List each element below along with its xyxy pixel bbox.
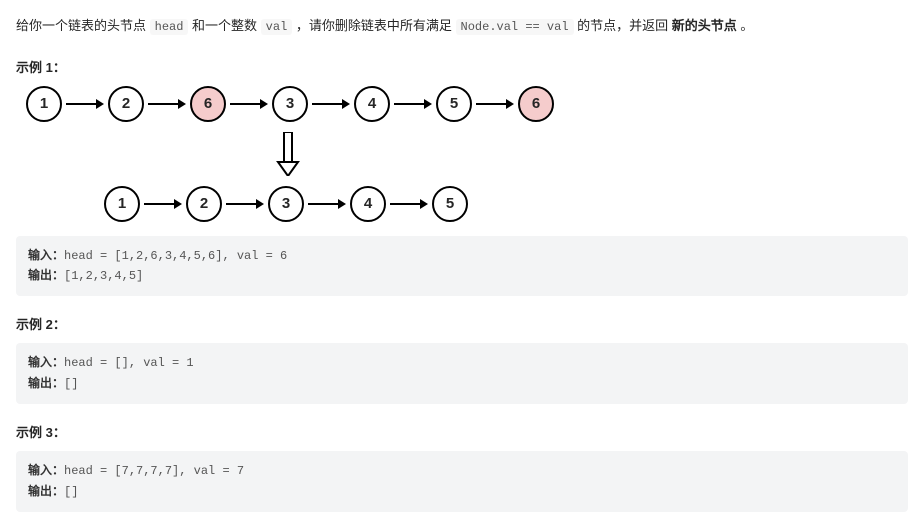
example-title: 示例 1： [16,57,908,76]
output-label: 输出： [28,269,64,283]
linked-list-diagram: 1 2 6 3 4 5 6 1 2 3 4 5 [26,86,908,222]
intro-text: ，请你删除链表中所有满足 [292,18,455,33]
list-node: 4 [350,186,386,222]
input-label: 输入： [28,464,64,478]
list-node: 1 [26,86,62,122]
diagram-row-before: 1 2 6 3 4 5 6 [26,86,908,122]
down-arrow-icon [276,132,908,176]
list-node: 2 [186,186,222,222]
list-node: 4 [354,86,390,122]
example-code-block: 输入：head = [], val = 1 输出：[] [16,343,908,404]
code-condition: Node.val == val [456,19,574,35]
list-node: 6 [190,86,226,122]
intro-text: 和一个整数 [188,18,260,33]
input-label: 输入： [28,356,64,370]
arrow-icon [226,199,264,209]
code-val: val [261,19,293,35]
intro-text: 的节点，并返回 [574,18,672,33]
example-code-block: 输入：head = [7,7,7,7], val = 7 输出：[] [16,451,908,512]
arrow-icon [394,99,432,109]
output-value: [] [64,485,78,499]
problem-intro: 给你一个链表的头节点 head 和一个整数 val ，请你删除链表中所有满足 N… [16,14,908,39]
arrow-icon [148,99,186,109]
code-head: head [150,19,189,35]
arrow-icon [66,99,104,109]
output-value: [] [64,377,78,391]
input-value: head = [], val = 1 [64,356,194,370]
arrow-icon [230,99,268,109]
list-node: 2 [108,86,144,122]
example-code-block: 输入：head = [1,2,6,3,4,5,6], val = 6 输出：[1… [16,236,908,297]
arrow-icon [390,199,428,209]
list-node: 3 [272,86,308,122]
arrow-icon [308,199,346,209]
list-node: 3 [268,186,304,222]
intro-text: 给你一个链表的头节点 [16,18,150,33]
diagram-row-after: 1 2 3 4 5 [104,186,908,222]
arrow-icon [144,199,182,209]
example-title: 示例 3： [16,422,908,441]
arrow-icon [312,99,350,109]
arrow-icon [476,99,514,109]
intro-text: 。 [737,18,754,33]
list-node: 6 [518,86,554,122]
output-label: 输出： [28,377,64,391]
example-title: 示例 2： [16,314,908,333]
list-node: 1 [104,186,140,222]
input-value: head = [7,7,7,7], val = 7 [64,464,244,478]
list-node: 5 [432,186,468,222]
input-value: head = [1,2,6,3,4,5,6], val = 6 [64,249,287,263]
intro-bold: 新的头节点 [672,18,737,33]
output-label: 输出： [28,485,64,499]
input-label: 输入： [28,249,64,263]
list-node: 5 [436,86,472,122]
output-value: [1,2,3,4,5] [64,269,143,283]
